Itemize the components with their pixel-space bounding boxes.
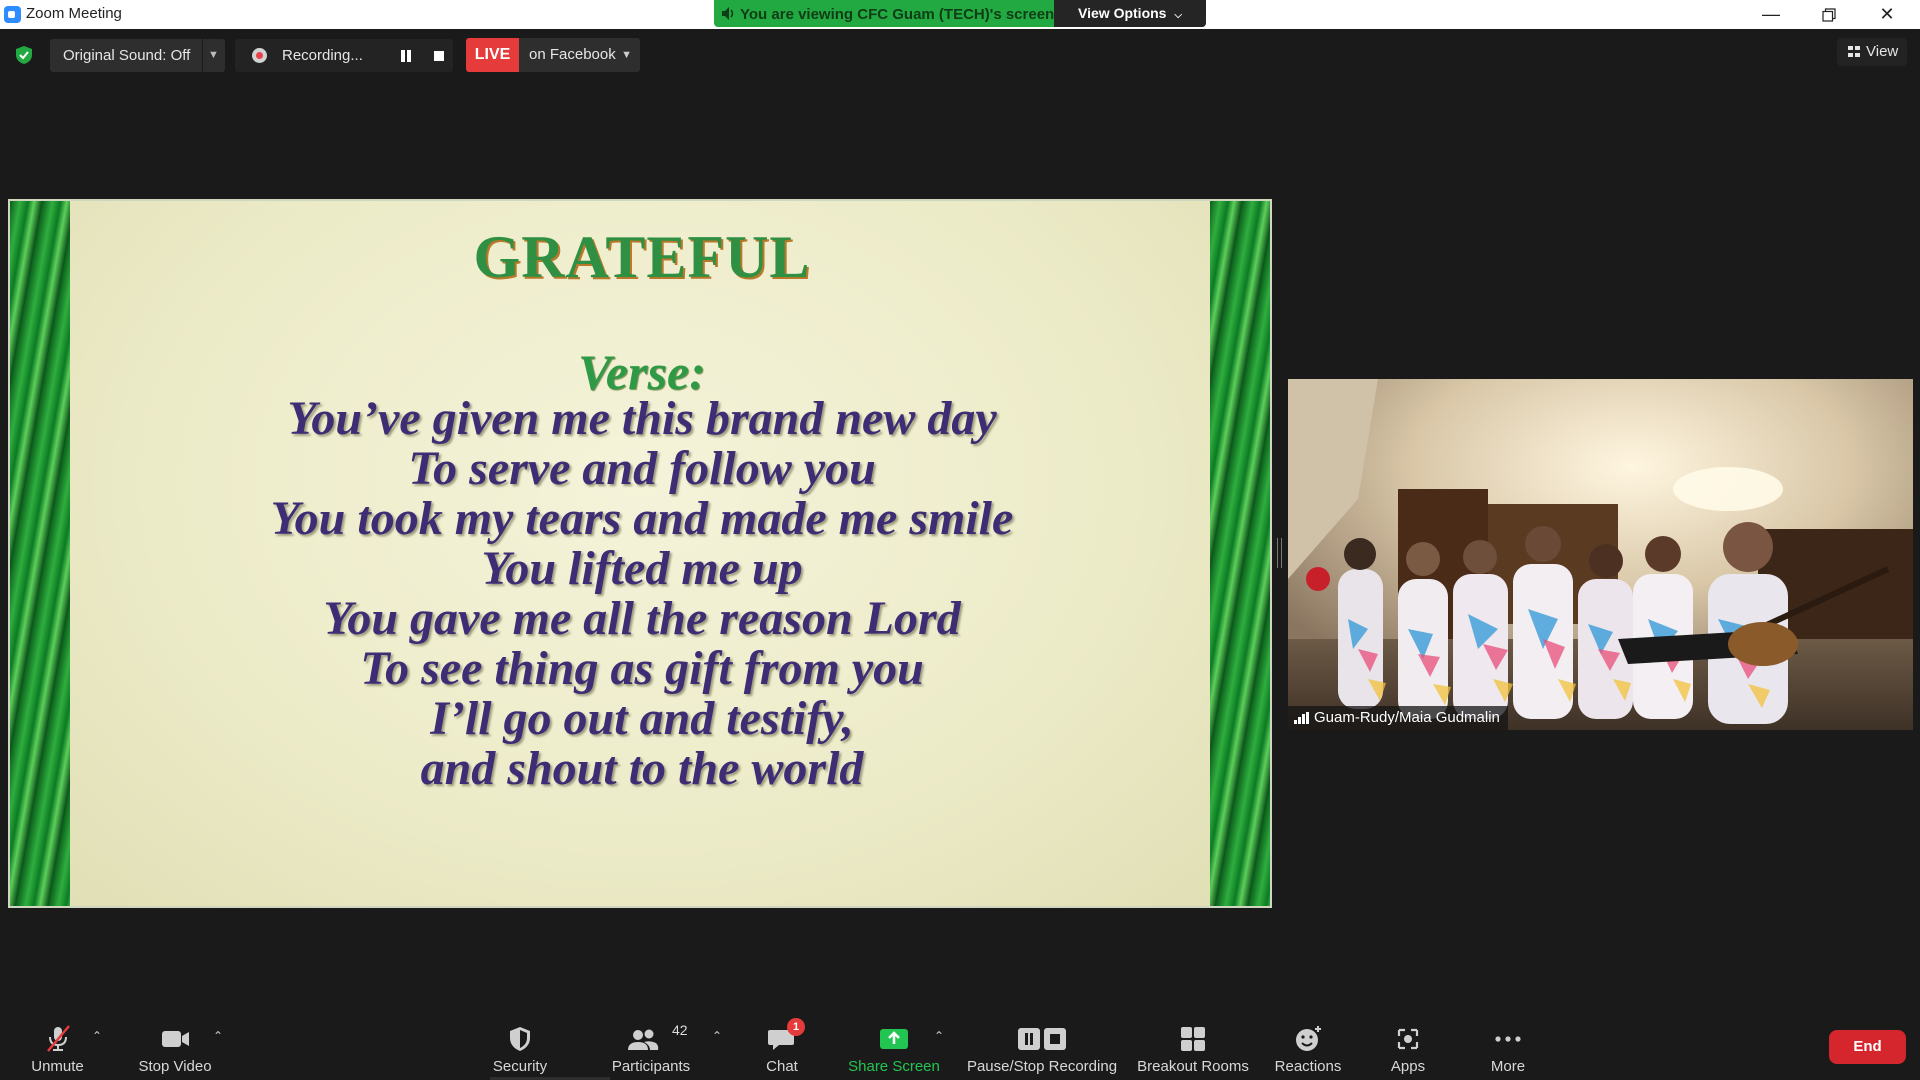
lyrics-block: You’ve given me this brand new day To se… (70, 394, 1214, 794)
stop-video-button[interactable]: Stop Video (130, 1005, 220, 1080)
live-target-dropdown[interactable]: on Facebook ▼ (519, 38, 640, 72)
lyric-line: To see thing as gift from you (360, 642, 924, 695)
share-screen-icon (880, 1029, 908, 1049)
lyric-line: and shout to the world (420, 742, 864, 795)
original-sound-toggle[interactable]: Original Sound: Off ▼ (50, 39, 225, 72)
more-dots-icon (1495, 1036, 1521, 1042)
restore-button[interactable] (1800, 0, 1858, 29)
chat-unread-badge: 1 (787, 1018, 805, 1036)
encryption-shield-icon[interactable] (14, 45, 34, 65)
speaker-icon (722, 7, 734, 20)
view-layout-button[interactable]: View (1837, 38, 1907, 66)
participants-count: 42 (672, 1022, 688, 1038)
lyric-line: I’ll go out and testify, (430, 692, 854, 745)
live-stream-indicator[interactable]: LIVE on Facebook ▼ (466, 38, 640, 72)
slide-title: GRATEFUL (473, 224, 811, 290)
minimize-button[interactable]: — (1742, 0, 1800, 29)
reactions-icon (1296, 1026, 1321, 1051)
unmute-button[interactable]: Unmute (20, 1005, 95, 1080)
participants-button[interactable]: 42 Participants (600, 1005, 702, 1080)
stop-recording-icon[interactable] (434, 51, 444, 61)
slide-body: GRATEFUL Verse: You’ve given me this bra… (70, 201, 1210, 906)
live-badge: LIVE (466, 38, 519, 72)
reactions-button[interactable]: Reactions (1268, 1005, 1348, 1080)
audio-options-caret-icon[interactable]: ⌃ (92, 1029, 102, 1043)
stop-video-label: Stop Video (138, 1058, 212, 1075)
participants-label: Participants (611, 1058, 691, 1075)
shield-icon (510, 1027, 530, 1051)
breakout-rooms-label: Breakout Rooms (1137, 1058, 1249, 1075)
video-options-caret-icon[interactable]: ⌃ (213, 1029, 223, 1043)
slide-border-right (1210, 201, 1270, 906)
viewing-screen-message: You are viewing CFC Guam (TECH)'s screen (740, 6, 1055, 23)
viewing-screen-banner: You are viewing CFC Guam (TECH)'s screen… (714, 0, 1206, 27)
window-titlebar: Zoom Meeting You are viewing CFC Guam (T… (0, 0, 1920, 29)
participants-options-caret-icon[interactable]: ⌃ (712, 1029, 722, 1043)
pause-stop-recording-label: Pause/Stop Recording (966, 1058, 1118, 1075)
caret-down-icon[interactable]: ▼ (208, 49, 219, 61)
close-window-button[interactable]: ✕ (1858, 0, 1916, 29)
view-label: View (1866, 43, 1899, 60)
recording-indicator: Recording... (235, 39, 453, 72)
lyric-line: You took my tears and made me smile (270, 492, 1014, 545)
grid-icon (1848, 46, 1860, 57)
lyric-line: You’ve given me this brand new day (287, 392, 997, 445)
chat-label: Chat (766, 1058, 798, 1075)
divider (202, 39, 203, 72)
participant-video-tile[interactable]: Guam-Rudy/Maia Gudmalin (1288, 379, 1913, 730)
participant-name-tag: Guam-Rudy/Maia Gudmalin (1288, 706, 1508, 730)
end-meeting-button[interactable]: End (1829, 1030, 1906, 1064)
recording-dot-icon (252, 48, 267, 63)
pause-recording-icon[interactable] (400, 50, 412, 62)
panel-resize-handle[interactable] (1277, 538, 1282, 568)
more-button[interactable]: More (1470, 1005, 1546, 1080)
video-camera-icon (162, 1031, 189, 1047)
lyric-line: To serve and follow you (408, 442, 876, 495)
signal-strength-icon (1294, 712, 1310, 724)
security-label: Security (492, 1058, 548, 1075)
breakout-rooms-icon (1181, 1027, 1205, 1051)
share-options-caret-icon[interactable]: ⌃ (934, 1029, 944, 1043)
original-sound-label: Original Sound: Off (63, 47, 191, 64)
chevron-down-icon: ⌵ (1174, 10, 1182, 21)
apps-icon (1397, 1028, 1419, 1050)
unmute-label: Unmute (31, 1058, 84, 1075)
apps-label: Apps (1390, 1058, 1426, 1075)
view-options-label: View Options (1078, 5, 1167, 21)
microphone-muted-icon (46, 1025, 70, 1052)
recording-status-label: Recording... (282, 47, 363, 64)
more-label: More (1490, 1058, 1526, 1075)
shared-screen: GRATEFUL Verse: You’ve given me this bra… (8, 199, 1272, 908)
breakout-rooms-button[interactable]: Breakout Rooms (1133, 1005, 1253, 1080)
share-screen-button[interactable]: Share Screen (840, 1005, 948, 1080)
apps-button[interactable]: Apps (1370, 1005, 1446, 1080)
close-icon: ✕ (1879, 4, 1895, 24)
lyric-line: You lifted me up (481, 542, 803, 595)
pause-stop-recording-icon (1018, 1028, 1066, 1050)
window-title: Zoom Meeting (26, 5, 122, 22)
caret-down-icon: ▼ (621, 49, 632, 61)
security-button[interactable]: Security (480, 1005, 560, 1080)
pause-stop-recording-button[interactable]: Pause/Stop Recording (962, 1005, 1122, 1080)
meeting-toolbar: Unmute ⌃ Stop Video ⌃ Security 42 Partic… (0, 1005, 1920, 1080)
share-screen-label: Share Screen (848, 1058, 940, 1075)
chat-button[interactable]: 1 Chat (745, 1005, 819, 1080)
reactions-label: Reactions (1274, 1058, 1342, 1075)
participants-icon (627, 1029, 659, 1050)
slide-border-left (10, 201, 70, 906)
video-frame-image (1288, 379, 1913, 730)
minimize-icon: — (1762, 4, 1780, 24)
lyric-line: You gave me all the reason Lord (323, 592, 961, 645)
participant-name: Guam-Rudy/Maia Gudmalin (1314, 709, 1500, 726)
restore-icon (1822, 8, 1836, 22)
view-options-button[interactable]: View Options ⌵ (1054, 0, 1206, 27)
live-target-label: on Facebook (529, 46, 616, 63)
zoom-app-icon (4, 6, 21, 23)
